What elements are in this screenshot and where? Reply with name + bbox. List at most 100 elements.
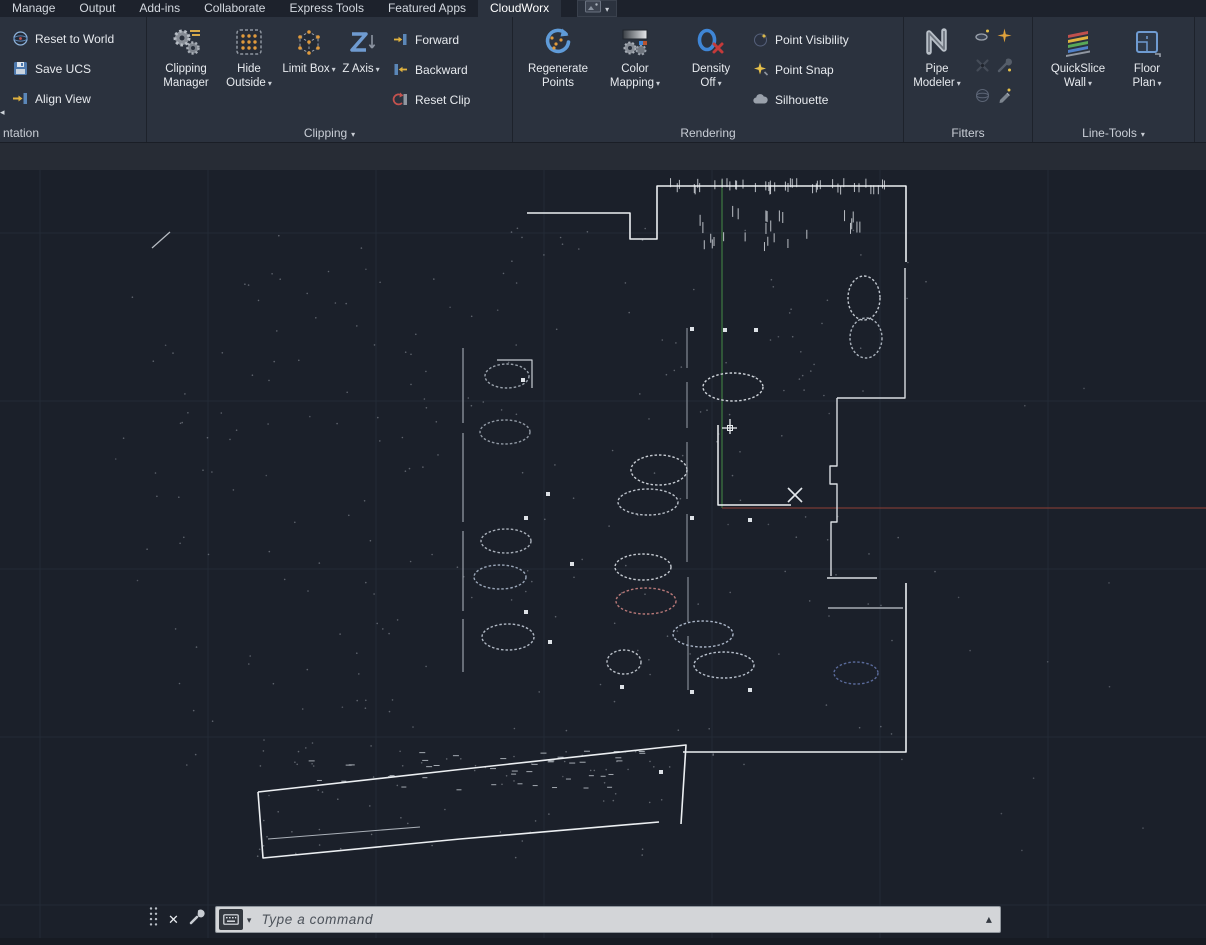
gradient-gears-icon <box>618 25 652 59</box>
clip-forward-button[interactable]: Forward <box>392 31 470 48</box>
pencil-icon[interactable] <box>996 87 1013 104</box>
command-history-toggle[interactable] <box>986 912 992 926</box>
align-view-button[interactable]: Align View <box>12 90 114 107</box>
dropdown-arrow-icon <box>955 77 961 89</box>
forward-label: Forward <box>415 33 459 47</box>
ribbon-display-toggle[interactable] <box>577 0 617 17</box>
point-snap-label: Point Snap <box>775 63 834 77</box>
clip-backward-button[interactable]: Backward <box>392 61 470 78</box>
command-input[interactable] <box>253 907 977 932</box>
drawing-viewport[interactable] <box>0 170 1206 945</box>
align-arrow-icon <box>12 90 29 107</box>
silhouette-button[interactable]: Silhouette <box>752 91 849 108</box>
panel-label-fitters: Fitters <box>904 123 1032 142</box>
picture-icon <box>585 0 601 18</box>
tab-output[interactable]: Output <box>67 0 127 17</box>
limit-box-button[interactable]: Limit Box <box>280 17 338 77</box>
arrows-cross-icon[interactable] <box>974 57 991 74</box>
regenerate-points-button[interactable]: Regenerate Points <box>520 17 596 91</box>
align-view-label: Align View <box>35 92 91 106</box>
autocad-window: Manage Output Add-ins Collaborate Expres… <box>0 0 1206 945</box>
bottom-strip <box>0 938 1206 945</box>
save-ucs-button[interactable]: Save UCS <box>12 60 114 77</box>
point-snap-button[interactable]: Point Snap <box>752 61 849 78</box>
ribbon-panel-orientation: Reset to World Save UCS Align View <box>0 17 147 142</box>
floor-plan-icon <box>1130 25 1164 59</box>
tools-icon[interactable] <box>996 57 1013 74</box>
regenerate-arrow-icon <box>541 25 575 59</box>
backward-arrow-icon <box>392 61 409 78</box>
panel-label-clipping[interactable]: Clipping <box>147 123 512 142</box>
dropdown-arrow-icon <box>716 77 722 89</box>
ribbon-panel-rendering: Regenerate Points Color Mapping Density … <box>513 17 904 142</box>
dropdown-arrow-icon <box>266 77 272 89</box>
dropdown-arrow-icon <box>374 63 380 75</box>
panel-edge-mark: ◂ <box>0 107 5 118</box>
tab-manage[interactable]: Manage <box>0 0 67 17</box>
point-visibility-button[interactable]: Point Visibility <box>752 31 849 48</box>
dropdown-arrow-icon <box>1086 77 1092 89</box>
panel-label-rendering: Rendering <box>513 123 903 142</box>
silhouette-label: Silhouette <box>775 93 828 107</box>
ribbon-tab-bar: Manage Output Add-ins Collaborate Expres… <box>0 0 1206 17</box>
dotted-cube-icon <box>292 25 326 59</box>
reset-clip-button[interactable]: Reset Clip <box>392 91 470 108</box>
point-visibility-label: Point Visibility <box>775 33 849 47</box>
forward-arrow-icon <box>392 31 409 48</box>
pipe-modeler-button[interactable]: Pipe Modeler <box>908 17 966 91</box>
sphere-icon[interactable] <box>974 87 991 104</box>
eye-sphere-icon <box>752 31 769 48</box>
sparkle-icon[interactable] <box>996 27 1013 44</box>
density-off-button[interactable]: Density Off <box>682 17 740 91</box>
panel-label-orientation: ntation <box>0 123 146 142</box>
ribbon-panel-line-tools: QuickSlice Wall Floor Plan Line-Tools <box>1033 17 1195 142</box>
reset-clip-label: Reset Clip <box>415 93 470 107</box>
z-axis-button[interactable]: Z Axis <box>338 17 384 77</box>
dropdown-arrow-icon <box>1156 77 1162 89</box>
panel-expand-icon <box>351 126 355 140</box>
reset-to-world-label: Reset to World <box>35 32 114 46</box>
reset-to-world-button[interactable]: Reset to World <box>12 30 114 47</box>
disc-icon[interactable] <box>974 27 991 44</box>
customize-wrench-icon[interactable] <box>188 908 206 931</box>
layer-slices-icon <box>1061 25 1095 59</box>
dropdown-arrow-icon <box>330 63 336 75</box>
save-icon <box>12 60 29 77</box>
tab-add-ins[interactable]: Add-ins <box>127 0 192 17</box>
chevron-down-icon <box>605 0 609 18</box>
pointcloud-canvas[interactable] <box>0 170 1206 945</box>
color-mapping-button[interactable]: Color Mapping <box>602 17 668 91</box>
fitter-tool-grid <box>974 17 1018 117</box>
quickslice-wall-button[interactable]: QuickSlice Wall <box>1041 17 1115 91</box>
cloud-icon <box>752 91 769 108</box>
tab-express-tools[interactable]: Express Tools <box>277 0 375 17</box>
panel-label-line-tools[interactable]: Line-Tools <box>1033 123 1194 142</box>
reset-clip-icon <box>392 91 409 108</box>
world-sphere-icon <box>12 30 29 47</box>
document-bar <box>0 142 1206 170</box>
z-axis-icon <box>344 25 378 59</box>
command-options-arrow[interactable] <box>247 910 252 928</box>
dotted-region-icon <box>232 25 266 59</box>
ribbon-panel-fitters: Pipe Modeler <box>904 17 1033 142</box>
command-input-container <box>215 906 1001 933</box>
close-icon[interactable] <box>168 913 179 926</box>
tab-cloudworx[interactable]: CloudWorx <box>478 0 561 17</box>
gears-list-icon <box>169 25 203 59</box>
floor-plan-button[interactable]: Floor Plan <box>1121 17 1173 91</box>
hide-outside-button[interactable]: Hide Outside <box>218 17 280 91</box>
backward-label: Backward <box>415 63 468 77</box>
save-ucs-label: Save UCS <box>35 62 91 76</box>
pipe-icon <box>920 25 954 59</box>
tab-featured-apps[interactable]: Featured Apps <box>376 0 478 17</box>
command-bar-grip[interactable] <box>148 905 159 933</box>
clipping-manager-button[interactable]: Clipping Manager <box>154 17 218 91</box>
command-bar <box>148 905 1001 933</box>
ribbon: ◂ Reset to World Save UCS <box>0 17 1206 142</box>
ribbon-panel-clipping: Clipping Manager Hide Outside Limit Box <box>147 17 513 142</box>
panel-expand-icon <box>1141 126 1145 140</box>
dropdown-arrow-icon <box>654 77 660 89</box>
keyboard-icon[interactable] <box>219 909 243 930</box>
sparkle-wand-icon <box>752 61 769 78</box>
tab-collaborate[interactable]: Collaborate <box>192 0 277 17</box>
